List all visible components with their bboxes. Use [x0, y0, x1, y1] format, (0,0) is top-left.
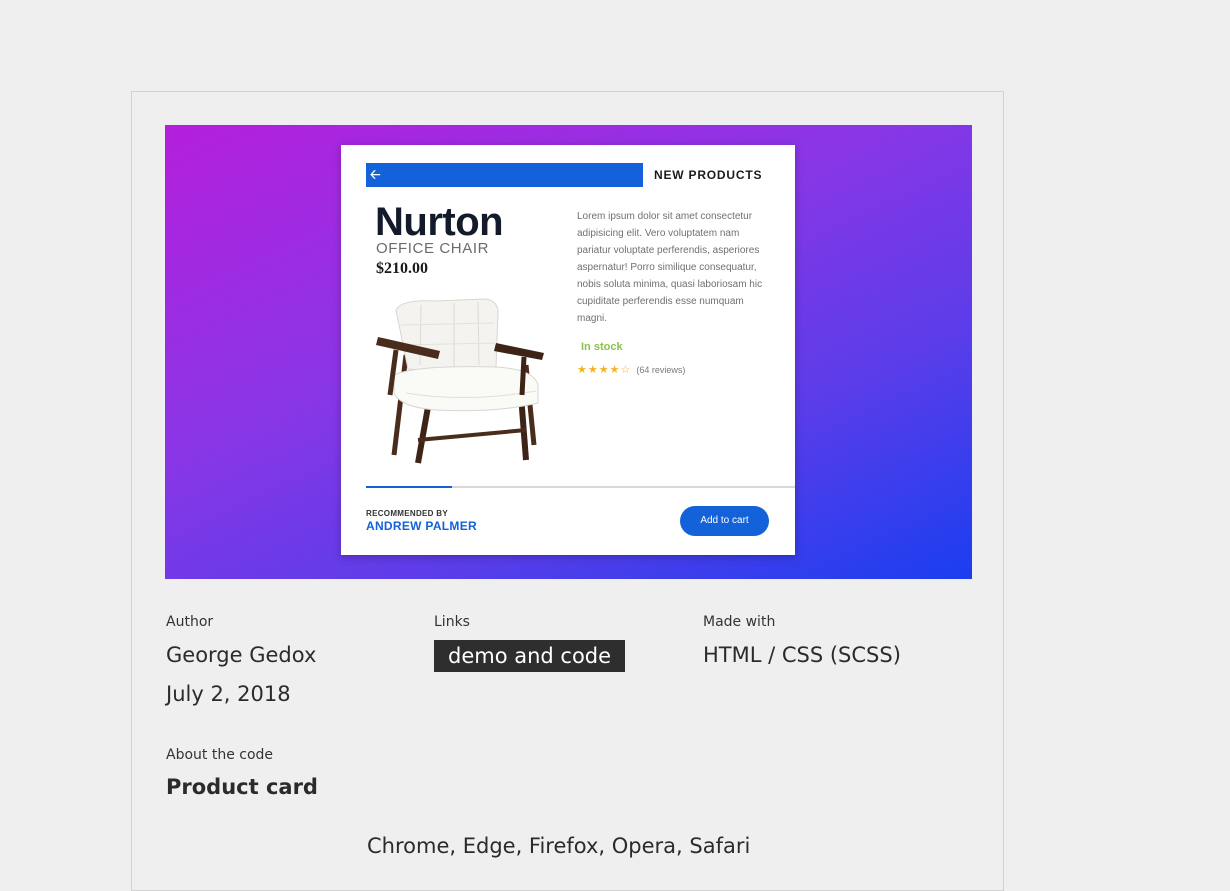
progress-bar: [366, 486, 795, 488]
chair-image: [376, 298, 544, 464]
demo-and-code-link[interactable]: demo and code: [434, 640, 626, 672]
stock-status: In stock: [581, 341, 623, 353]
product-name: Nurton: [375, 200, 504, 244]
star-filled-icon: ★: [598, 364, 609, 376]
made-with-label: Made with: [703, 614, 776, 630]
publish-date: July 2, 2018: [166, 682, 291, 706]
reviews-count: (64 reviews): [636, 365, 686, 375]
author-label: Author: [166, 614, 214, 630]
about-code-title: Product card: [166, 775, 318, 799]
product-subtitle: OFFICE CHAIR: [376, 240, 490, 257]
star-filled-icon: ★: [577, 364, 587, 376]
supported-browsers: Chrome, Edge, Firefox, Opera, Safari: [367, 834, 751, 858]
recommended-by-name: ANDREW PALMER: [366, 519, 478, 533]
product-card: 🡠 NEW PRODUCTS Nurton OFFICE CHAIR $210.…: [341, 145, 795, 555]
made-with-value: HTML / CSS (SCSS): [703, 643, 901, 667]
star-filled-icon: ★: [609, 364, 620, 376]
author-name[interactable]: George Gedox: [166, 643, 316, 667]
code-entry-card: 🡠 NEW PRODUCTS Nurton OFFICE CHAIR $210.…: [131, 91, 1004, 891]
progress-fill: [366, 486, 452, 488]
rating-stars: ★★★★☆: [577, 364, 631, 376]
product-price: $210.00: [376, 260, 428, 277]
about-code-label: About the code: [166, 747, 274, 763]
star-empty-icon: ☆: [620, 364, 631, 376]
star-filled-icon: ★: [587, 364, 598, 376]
recommended-by-label: RECOMMENDED BY: [366, 509, 448, 518]
rating: ★★★★☆ (64 reviews): [577, 363, 685, 376]
product-description: Lorem ipsum dolor sit amet consectetur a…: [577, 211, 763, 324]
card-topbar: 🡠: [366, 163, 643, 187]
arrow-left-icon[interactable]: 🡠: [370, 166, 381, 184]
links-label: Links: [434, 614, 470, 630]
new-products-label: NEW PRODUCTS: [654, 168, 763, 182]
add-to-cart-button[interactable]: Add to cart: [680, 506, 769, 536]
preview-image[interactable]: 🡠 NEW PRODUCTS Nurton OFFICE CHAIR $210.…: [165, 125, 972, 579]
